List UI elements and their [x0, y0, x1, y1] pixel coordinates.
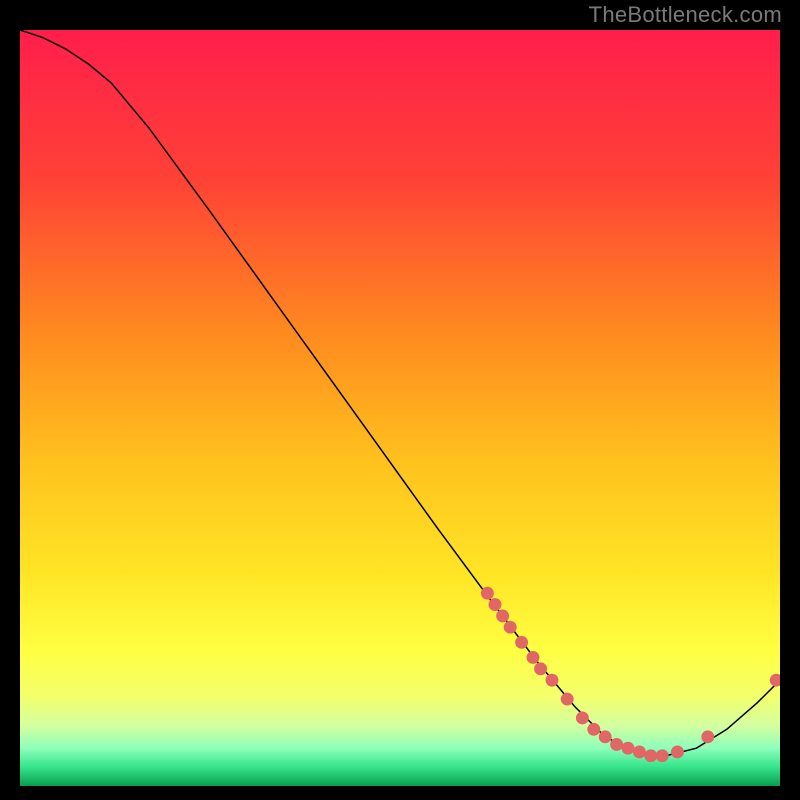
data-point	[611, 738, 623, 750]
data-point	[497, 610, 509, 622]
gradient-background	[20, 30, 780, 786]
data-point	[599, 731, 611, 743]
data-point	[645, 750, 657, 762]
plot-area	[18, 28, 782, 788]
data-point	[516, 636, 528, 648]
data-point	[527, 651, 539, 663]
data-point	[702, 731, 714, 743]
data-point	[633, 746, 645, 758]
data-point	[561, 693, 573, 705]
plot-svg	[20, 30, 780, 786]
data-point	[576, 712, 588, 724]
data-point	[671, 746, 683, 758]
data-point	[546, 674, 558, 686]
data-point	[656, 750, 668, 762]
data-point	[622, 742, 634, 754]
data-point	[588, 723, 600, 735]
data-point	[770, 674, 780, 686]
data-point	[504, 621, 516, 633]
data-point	[481, 587, 493, 599]
watermark-title: TheBottleneck.com	[589, 2, 782, 28]
chart-root: TheBottleneck.com	[0, 0, 800, 800]
data-point	[535, 663, 547, 675]
data-point	[489, 599, 501, 611]
